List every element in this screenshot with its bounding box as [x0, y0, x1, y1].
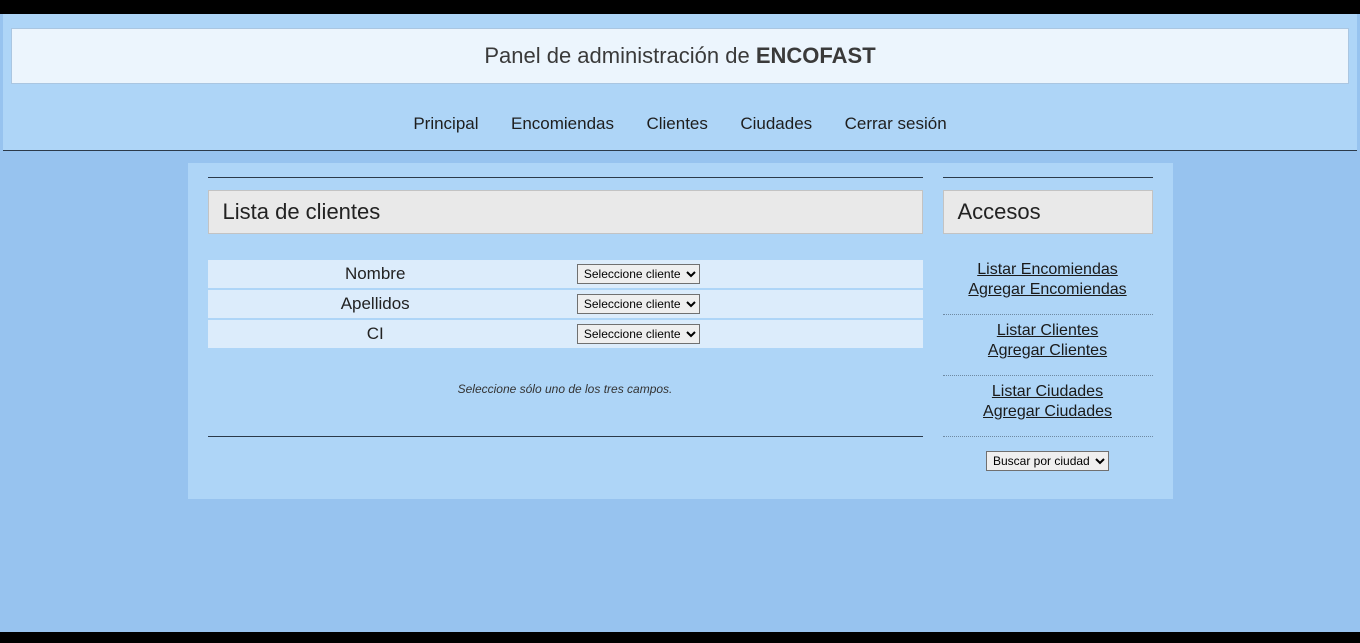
form-row-ci: CI Seleccione cliente	[208, 320, 923, 348]
sidebar-title: Accesos	[943, 190, 1153, 234]
main-top-rule	[208, 177, 923, 178]
main-nav: Principal Encomiendas Clientes Ciudades …	[11, 84, 1349, 142]
sidebar-column: Accesos Listar Encomiendas Agregar Encom…	[943, 177, 1153, 471]
form-hint: Seleccione sólo uno de los tres campos.	[208, 382, 923, 396]
sidebar-group-ciudades: Listar Ciudades Agregar Ciudades	[943, 382, 1153, 422]
brand-name: ENCOFAST	[756, 43, 876, 68]
header-panel: Panel de administración de ENCOFAST Prin…	[3, 14, 1357, 151]
page-body: Panel de administración de ENCOFAST Prin…	[0, 14, 1360, 632]
link-listar-clientes[interactable]: Listar Clientes	[943, 321, 1153, 341]
link-agregar-clientes[interactable]: Agregar Clientes	[943, 341, 1153, 361]
nav-principal[interactable]: Principal	[405, 112, 486, 136]
content-wrap: Lista de clientes Nombre Seleccione clie…	[188, 163, 1173, 499]
sidebar-divider-1	[943, 314, 1153, 315]
main-column: Lista de clientes Nombre Seleccione clie…	[208, 177, 923, 471]
side-top-rule	[943, 177, 1153, 178]
nav-encomiendas[interactable]: Encomiendas	[503, 112, 622, 136]
label-ci: CI	[214, 324, 537, 344]
title-prefix: Panel de administración de	[484, 43, 756, 68]
form-row-apellidos: Apellidos Seleccione cliente	[208, 290, 923, 318]
link-listar-encomiendas[interactable]: Listar Encomiendas	[943, 260, 1153, 280]
form-row-nombre: Nombre Seleccione cliente	[208, 260, 923, 288]
label-apellidos: Apellidos	[214, 294, 537, 314]
select-buscar-ciudad[interactable]: Buscar por ciudad	[986, 451, 1109, 471]
sidebar-group-clientes: Listar Clientes Agregar Clientes	[943, 321, 1153, 361]
nav-ciudades[interactable]: Ciudades	[732, 112, 820, 136]
sidebar-divider-3	[943, 436, 1153, 437]
select-nombre[interactable]: Seleccione cliente	[577, 264, 700, 284]
label-nombre: Nombre	[214, 264, 537, 284]
main-bottom-rule	[208, 436, 923, 437]
sidebar-group-encomiendas: Listar Encomiendas Agregar Encomiendas	[943, 260, 1153, 300]
select-apellidos[interactable]: Seleccione cliente	[577, 294, 700, 314]
link-agregar-encomiendas[interactable]: Agregar Encomiendas	[943, 280, 1153, 300]
select-ci[interactable]: Seleccione cliente	[577, 324, 700, 344]
title-box: Panel de administración de ENCOFAST	[11, 28, 1349, 84]
sidebar-divider-2	[943, 375, 1153, 376]
bottom-black-bar	[0, 632, 1360, 643]
section-title: Lista de clientes	[208, 190, 923, 234]
top-black-bar	[0, 0, 1360, 11]
page-title: Panel de administración de ENCOFAST	[12, 43, 1348, 69]
link-agregar-ciudades[interactable]: Agregar Ciudades	[943, 402, 1153, 422]
link-listar-ciudades[interactable]: Listar Ciudades	[943, 382, 1153, 402]
nav-clientes[interactable]: Clientes	[638, 112, 715, 136]
nav-cerrar-sesion[interactable]: Cerrar sesión	[837, 112, 955, 136]
